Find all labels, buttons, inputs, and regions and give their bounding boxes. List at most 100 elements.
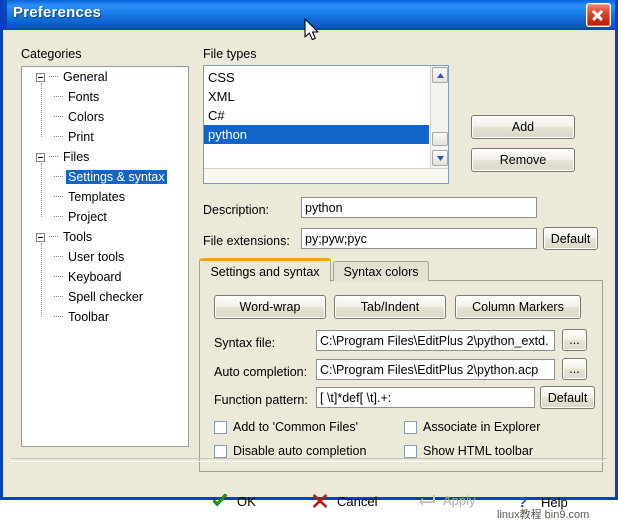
checkbox-show-html-toolbar[interactable]: Show HTML toolbar — [404, 444, 533, 458]
tree-item-label: Keyboard — [68, 270, 122, 284]
tree-connector — [49, 236, 58, 238]
footer-separator — [11, 458, 607, 462]
tree-item-general[interactable]: General — [22, 67, 188, 87]
tree-item-templates[interactable]: Templates — [22, 187, 188, 207]
tree-item-toolbar[interactable]: Toolbar — [22, 307, 188, 327]
collapse-icon[interactable] — [36, 232, 45, 242]
tree-connector — [54, 296, 63, 298]
dialog-body: Categories General Fonts Colors Print Files S… — [3, 31, 615, 521]
word-wrap-button[interactable]: Word-wrap — [214, 295, 326, 319]
tab-indent-button[interactable]: Tab/Indent — [334, 295, 446, 319]
tree-connector-line — [41, 243, 42, 317]
checkbox-icon[interactable] — [404, 444, 417, 458]
tree-item-files[interactable]: Files — [22, 147, 188, 167]
syntax-file-input[interactable]: C:\Program Files\EditPlus 2\python_extd. — [316, 330, 555, 351]
auto-completion-browse-button[interactable]: ... — [562, 358, 587, 380]
tree-item-colors[interactable]: Colors — [22, 107, 188, 127]
checkbox-icon[interactable] — [214, 444, 227, 458]
file-types-label: File types — [203, 47, 257, 61]
checkbox-disable-auto-completion[interactable]: Disable auto completion — [214, 444, 366, 458]
remove-button[interactable]: Remove — [471, 148, 575, 172]
ok-label: OK — [237, 493, 256, 509]
tree-item-label: Colors — [68, 110, 105, 124]
tree-item-label: Fonts — [68, 90, 100, 104]
checkbox-label: Associate in Explorer — [423, 420, 541, 434]
function-pattern-input[interactable]: [ \t]*def[ \t].+: — [316, 387, 535, 408]
collapse-icon[interactable] — [36, 72, 45, 82]
close-icon[interactable] — [586, 3, 611, 27]
ok-button[interactable]: OK — [209, 493, 256, 509]
checkbox-icon[interactable] — [214, 420, 227, 434]
tree-item-fonts[interactable]: Fonts — [22, 87, 188, 107]
tree-connector — [49, 76, 58, 78]
tree-connector-line — [41, 83, 42, 137]
tree-item-label: Settings & syntax — [66, 170, 167, 184]
tree-item-user-tools[interactable]: User tools — [22, 247, 188, 267]
tree-connector — [54, 176, 63, 178]
enter-arrow-icon — [415, 494, 437, 508]
tree-connector-line — [41, 163, 42, 217]
checkbox-add-to-common-files[interactable]: Add to 'Common Files' — [214, 420, 358, 434]
apply-button: Apply — [415, 493, 476, 508]
tree-item-label: Toolbar — [68, 310, 109, 324]
file-type-item[interactable]: C# — [204, 106, 429, 125]
vscrollbar-thumb[interactable] — [432, 132, 448, 146]
tab-settings-and-syntax[interactable]: Settings and syntax — [199, 258, 331, 282]
auto-completion-input[interactable]: C:\Program Files\EditPlus 2\python.acp — [316, 359, 555, 380]
tree-item-project[interactable]: Project — [22, 207, 188, 227]
categories-label: Categories — [21, 47, 82, 61]
file-extensions-default-button[interactable]: Default — [543, 227, 598, 250]
title-bar-edge — [3, 0, 7, 29]
tree-item-settings-syntax[interactable]: Settings & syntax — [22, 167, 188, 187]
tree-item-spell-checker[interactable]: Spell checker — [22, 287, 188, 307]
description-input[interactable]: python — [301, 197, 537, 218]
file-types-hscrollbar[interactable] — [204, 168, 448, 183]
cancel-button[interactable]: Cancel — [309, 493, 377, 509]
tree-item-label: Files — [63, 150, 90, 164]
tree-connector — [54, 256, 63, 258]
file-types-vscrollbar[interactable] — [430, 66, 448, 168]
file-extensions-input[interactable]: py;pyw;pyc — [301, 228, 537, 249]
category-tree[interactable]: General Fonts Colors Print Files Settings & s… — [21, 66, 189, 447]
syntax-file-browse-button[interactable]: ... — [562, 329, 587, 351]
checkmark-icon — [209, 493, 231, 509]
preferences-dialog: Preferences Categories General Fonts Color… — [0, 0, 618, 521]
tree-item-label: User tools — [68, 250, 125, 264]
tree-item-label: Project — [68, 210, 107, 224]
tree-connector — [49, 156, 58, 158]
file-type-label: XML — [208, 89, 235, 104]
watermark: linux教程 bin9.com — [497, 509, 590, 521]
tab-strip: Settings and syntax Syntax colors — [199, 258, 603, 282]
column-markers-button[interactable]: Column Markers — [455, 295, 581, 319]
checkbox-associate-in-explorer[interactable]: Associate in Explorer — [404, 420, 540, 434]
tree-item-tools[interactable]: Tools — [22, 227, 188, 247]
add-button[interactable]: Add — [471, 115, 575, 139]
title-bar: Preferences — [3, 0, 615, 30]
file-types-items: CSS XML C# python — [204, 66, 429, 168]
checkbox-icon[interactable] — [404, 420, 417, 434]
tree-connector — [54, 276, 63, 278]
chevron-up-icon[interactable] — [432, 67, 448, 83]
tree-item-label: Spell checker — [68, 290, 144, 304]
file-types-listbox[interactable]: CSS XML C# python — [203, 65, 449, 184]
chevron-down-icon[interactable] — [432, 150, 448, 166]
syntax-file-label: Syntax file: — [214, 336, 276, 350]
collapse-icon[interactable] — [36, 152, 45, 162]
window-title: Preferences — [13, 4, 102, 21]
file-type-item[interactable]: XML — [204, 87, 429, 106]
tree-connector — [54, 96, 63, 98]
tree-connector — [54, 196, 63, 198]
file-type-item[interactable]: CSS — [204, 68, 429, 87]
file-type-item[interactable]: python — [204, 125, 429, 144]
tree-connector — [54, 316, 63, 318]
cross-icon — [309, 493, 331, 509]
tree-item-label: General — [63, 70, 108, 84]
description-label: Description: — [203, 203, 269, 217]
checkbox-label: Show HTML toolbar — [423, 444, 533, 458]
tree-item-keyboard[interactable]: Keyboard — [22, 267, 188, 287]
tree-item-print[interactable]: Print — [22, 127, 188, 147]
checkbox-label: Disable auto completion — [233, 444, 367, 458]
file-type-label: CSS — [208, 70, 235, 85]
tab-syntax-colors[interactable]: Syntax colors — [333, 261, 429, 281]
function-pattern-default-button[interactable]: Default — [540, 386, 595, 409]
